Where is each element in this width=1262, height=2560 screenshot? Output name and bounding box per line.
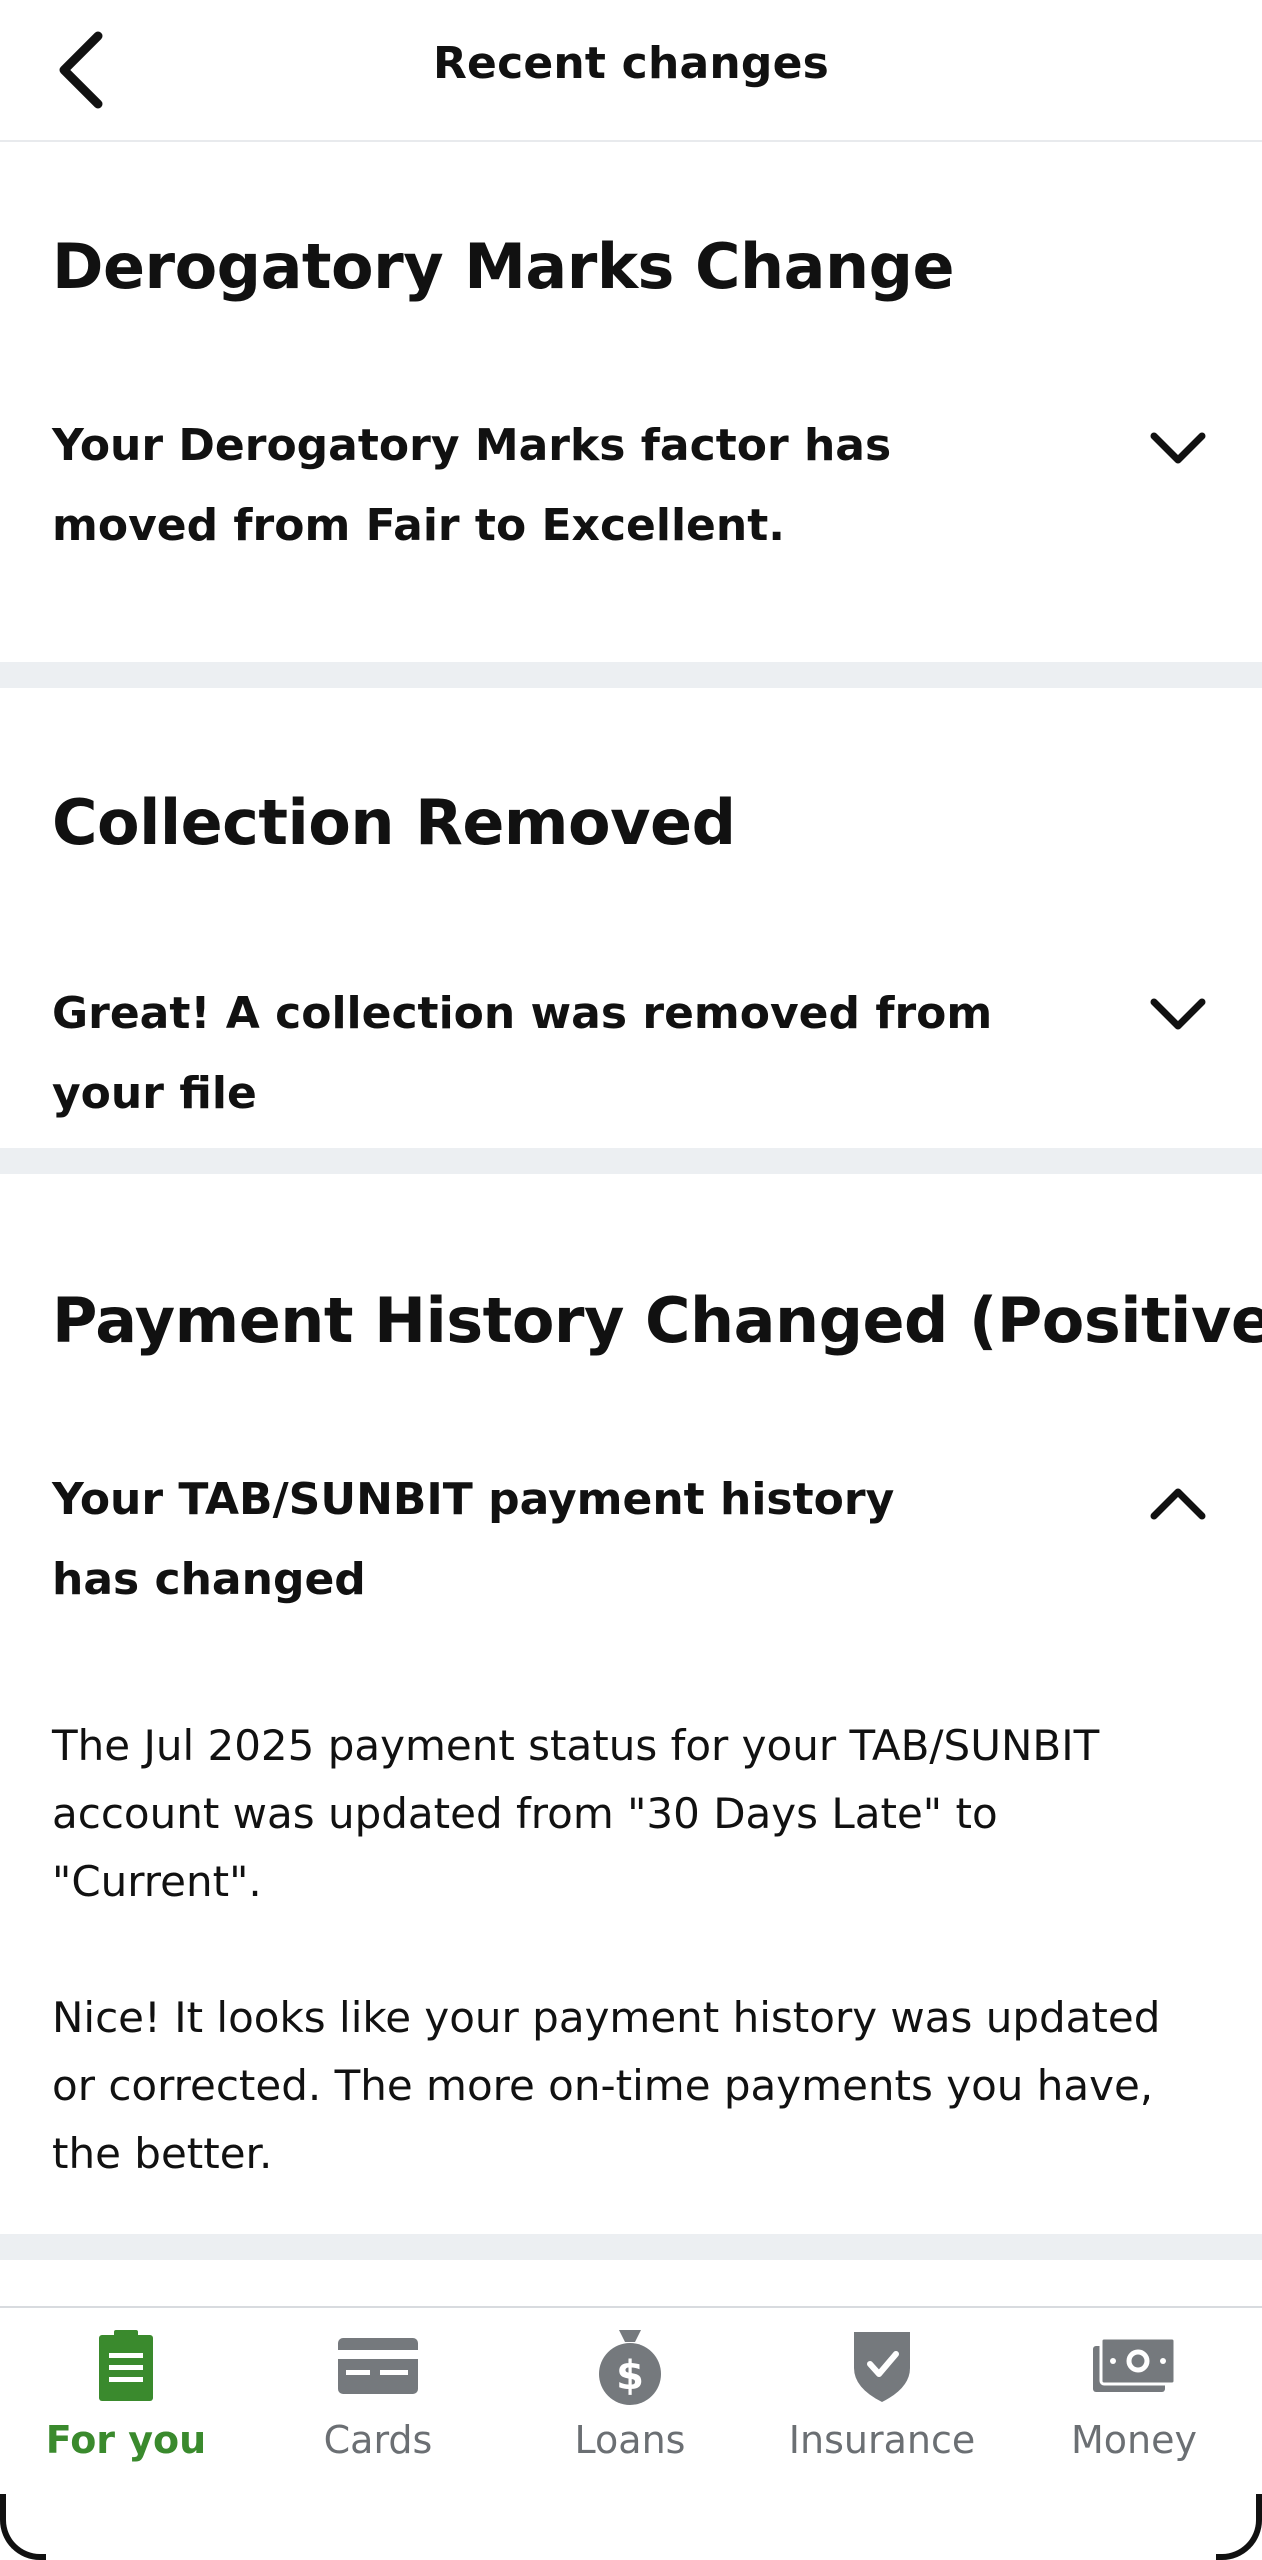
tab-label: Insurance xyxy=(788,2418,976,2462)
section-divider xyxy=(0,2234,1262,2260)
svg-text:$: $ xyxy=(616,2353,644,2399)
section-title: Derogatory Marks Change xyxy=(52,230,955,303)
tab-for-you[interactable]: For you xyxy=(0,2308,252,2488)
tab-label: Cards xyxy=(323,2418,433,2462)
chevron-down-icon xyxy=(1150,998,1206,1030)
chevron-up-icon xyxy=(1150,1488,1206,1520)
bottom-tab-bar: For you Cards $ Loans Insurance Money xyxy=(0,2306,1262,2560)
change-detail-paragraph: Nice! It looks like your payment history… xyxy=(52,1993,1161,2178)
change-summary: Great! A collection was removed from you… xyxy=(52,988,993,1119)
cash-icon xyxy=(1093,2336,1177,2392)
tab-cards[interactable]: Cards xyxy=(252,2308,504,2488)
change-card-derogatory-marks: Derogatory Marks Change Your Derogatory … xyxy=(0,142,1262,662)
tab-label: For you xyxy=(45,2418,207,2462)
expand-toggle-button[interactable] xyxy=(1138,408,1218,488)
collapse-toggle-button[interactable] xyxy=(1138,1464,1218,1544)
credit-card-icon xyxy=(338,2338,418,2394)
tab-insurance[interactable]: Insurance xyxy=(756,2308,1008,2488)
document-icon xyxy=(99,2330,153,2401)
expand-toggle-button[interactable] xyxy=(1138,974,1218,1054)
section-divider xyxy=(0,662,1262,688)
section-title: Collection Removed xyxy=(52,786,736,859)
change-card-payment-history: Payment History Changed (Positive) Your … xyxy=(0,1174,1262,2234)
device-corner xyxy=(1216,2494,1262,2560)
device-corner xyxy=(0,2494,46,2560)
change-detail-paragraph: The Jul 2025 payment status for your TAB… xyxy=(52,1721,1100,1906)
change-summary: Your Derogatory Marks factor has moved f… xyxy=(52,420,892,551)
tab-money[interactable]: Money xyxy=(1008,2308,1260,2488)
shield-check-icon xyxy=(854,2332,910,2402)
change-card-collection-removed: Collection Removed Great! A collection w… xyxy=(0,688,1262,1148)
change-summary: Your TAB/SUNBIT payment history has chan… xyxy=(52,1474,895,1605)
section-divider xyxy=(0,1148,1262,1174)
money-bag-icon: $ xyxy=(599,2330,661,2405)
chevron-down-icon xyxy=(1150,432,1206,464)
tab-loans[interactable]: $ Loans xyxy=(504,2308,756,2488)
tab-label: Loans xyxy=(574,2418,686,2462)
section-title: Payment History Changed (Positive) xyxy=(52,1284,1262,1357)
top-bar: Recent changes xyxy=(0,0,1262,142)
page-title: Recent changes xyxy=(432,38,830,89)
tab-label: Money xyxy=(1071,2418,1197,2462)
